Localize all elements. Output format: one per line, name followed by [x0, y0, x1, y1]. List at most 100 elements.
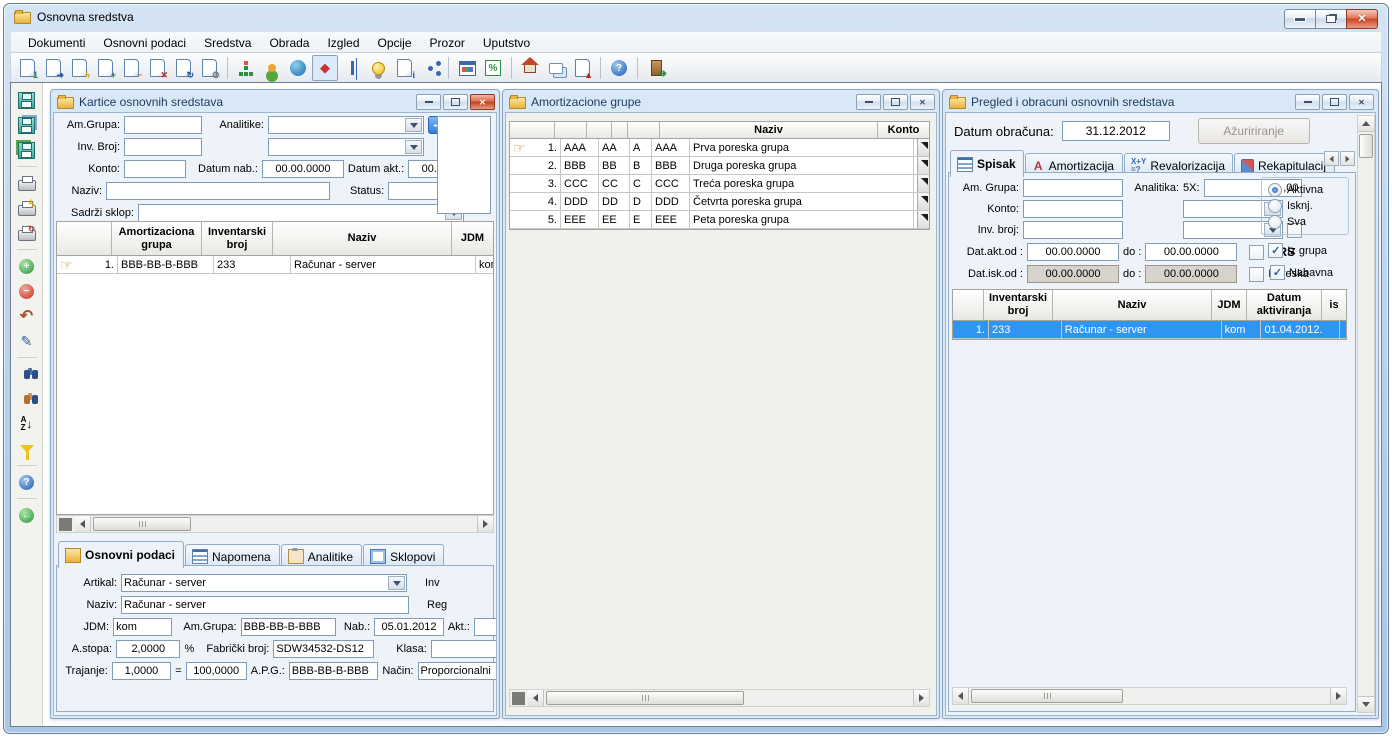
dat-akt-do-input[interactable]: 00.00.0000	[1145, 243, 1237, 261]
w1-analitike-combo[interactable]	[268, 116, 424, 134]
tab-osnovni-podaci[interactable]: Osnovni podaci	[58, 541, 184, 568]
w2-col-naziv[interactable]: Naziv	[660, 122, 878, 138]
scrollbar-thumb[interactable]	[971, 689, 1123, 703]
tab-scroll-left-button[interactable]	[1324, 151, 1339, 166]
w2-minimize-button[interactable]	[856, 94, 881, 110]
w2-horizontal-scrollbar[interactable]	[509, 689, 930, 707]
mrs-checkbox[interactable]	[1249, 245, 1264, 260]
nacin-input[interactable]: Proporcionalni	[418, 662, 497, 680]
a-stopa-input[interactable]: 2,0000	[116, 640, 180, 658]
w3-close-button[interactable]: ✕	[1349, 94, 1374, 110]
w2-maximize-button[interactable]	[883, 94, 908, 110]
quick-document-icon[interactable]: ϟ	[67, 56, 91, 80]
scroll-right-button[interactable]	[913, 690, 929, 706]
menu-sredstva[interactable]: Sredstva	[195, 33, 260, 53]
table-row[interactable]: 5. EEE EE E EEE Peta poreska grupa	[510, 211, 929, 229]
w1-datum-nab-input[interactable]: 00.00.0000	[262, 160, 344, 178]
chevron-down-icon[interactable]	[388, 576, 405, 590]
percent-sheet-icon[interactable]: %	[481, 56, 505, 80]
dat-akt-od-input[interactable]: 00.00.0000	[1027, 243, 1119, 261]
iz-grupa-checkbox[interactable]: ✓	[1268, 243, 1283, 258]
w3-col-datum[interactable]: Datum aktiviranja	[1247, 290, 1322, 320]
table-row[interactable]: 2. BBB BB B BBB Druga poreska grupa	[510, 157, 929, 175]
w3-inv-broj-input[interactable]	[1023, 221, 1123, 239]
print-quick-icon[interactable]: ϟ	[16, 197, 38, 219]
w3-maximize-button[interactable]	[1322, 94, 1347, 110]
konto-dropdown-icon[interactable]	[917, 139, 929, 156]
scrollbar-thumb[interactable]	[546, 691, 744, 705]
klasa-input[interactable]	[431, 640, 497, 658]
menu-izgled[interactable]: Izgled	[318, 33, 368, 53]
idea-bulb-icon[interactable]	[366, 56, 390, 80]
w1-analitike2-combo[interactable]	[268, 138, 424, 156]
save-export-icon[interactable]	[16, 139, 38, 161]
w1-close-button[interactable]: ✕	[470, 94, 495, 110]
bookmark-document-icon[interactable]: ▲	[570, 56, 594, 80]
exit-icon[interactable]: ➜	[644, 56, 668, 80]
datum-obracuna-input[interactable]: 31.12.2012	[1062, 121, 1170, 141]
sort-az-icon[interactable]: AZ↓	[16, 413, 38, 435]
am-grupa-input[interactable]: BBB-BB-B-BBB	[241, 618, 336, 636]
apg-input[interactable]: BBB-BB-B-BBB	[289, 662, 379, 680]
w1-col-inv[interactable]: Inventarski broj	[202, 222, 273, 255]
w1-title-bar[interactable]: Kartice osnovnih sredstava ✕	[53, 92, 497, 112]
konto-dropdown-icon[interactable]	[917, 157, 929, 174]
w1-col-grupa[interactable]: Amortizaciona grupa	[112, 222, 202, 255]
nabavna-checkbox[interactable]: ✓	[1270, 265, 1285, 280]
azuriranje-button[interactable]: Ažuririranje	[1198, 118, 1310, 144]
scroll-left-button[interactable]	[528, 690, 544, 706]
naziv-input[interactable]: Računar - server	[121, 596, 409, 614]
delete-icon[interactable]: −	[16, 280, 38, 302]
tree-view-icon[interactable]	[340, 56, 364, 80]
find-next-icon[interactable]	[16, 388, 38, 410]
w1-am-grupa-input[interactable]	[124, 116, 202, 134]
w3-col-naziv[interactable]: Naziv	[1053, 290, 1212, 320]
w3-horizontal-scrollbar[interactable]	[952, 687, 1347, 705]
menu-uputstvo[interactable]: Uputstvo	[474, 33, 539, 53]
w1-col-naziv[interactable]: Naziv	[273, 222, 452, 255]
w3-vertical-scrollbar[interactable]	[1357, 115, 1375, 713]
poreska-checkbox[interactable]	[1249, 267, 1264, 282]
save-icon[interactable]	[16, 89, 38, 111]
radio-aktivna[interactable]	[1268, 183, 1282, 197]
w2-title-bar[interactable]: Amortizacione grupe ✕	[505, 92, 937, 112]
comments-icon[interactable]	[544, 56, 568, 80]
table-row[interactable]: 3. CCC CC C CCC Treća poreska grupa	[510, 175, 929, 193]
scroll-right-button[interactable]	[1330, 688, 1346, 704]
menu-prozor[interactable]: Prozor	[421, 33, 474, 53]
menu-opcije[interactable]: Opcije	[369, 33, 421, 53]
chevron-down-icon[interactable]	[405, 118, 422, 132]
delete-document-icon[interactable]: ✕	[145, 56, 169, 80]
w2-col-konto[interactable]: Konto	[878, 122, 929, 138]
document-settings-icon[interactable]: ⚙	[197, 56, 221, 80]
konto-dropdown-icon[interactable]	[917, 211, 929, 228]
w1-konto-input[interactable]	[124, 160, 186, 178]
radio-sva[interactable]	[1268, 215, 1282, 229]
exit-icon[interactable]: ←	[16, 504, 38, 526]
konto-dropdown-icon[interactable]	[917, 193, 929, 210]
artikal-combo[interactable]: Računar - server	[121, 574, 407, 592]
radio-isknj[interactable]	[1268, 199, 1282, 213]
help-icon[interactable]: ?	[607, 56, 631, 80]
remove-document-icon[interactable]: −	[119, 56, 143, 80]
w1-col-jdm[interactable]: JDM	[452, 222, 493, 255]
scrollbar-thumb[interactable]	[93, 517, 191, 531]
save-form-icon[interactable]	[16, 114, 38, 136]
w1-side-listbox[interactable]	[437, 116, 491, 214]
konto-dropdown-icon[interactable]	[917, 175, 929, 192]
table-row[interactable]: ☞1. AAA AA A AAA Prva poreska grupa	[510, 139, 929, 157]
w1-naziv-input[interactable]	[106, 182, 330, 200]
diamond-filter-icon[interactable]: ◆	[312, 55, 338, 81]
w1-minimize-button[interactable]	[416, 94, 441, 110]
trajanje-pct-input[interactable]: 100,0000	[186, 662, 247, 680]
home-icon[interactable]	[518, 56, 542, 80]
refresh-document-icon[interactable]: ↻	[171, 56, 195, 80]
chevron-down-icon[interactable]	[405, 140, 422, 154]
add-document-icon[interactable]: +	[93, 56, 117, 80]
w1-inv-broj-input[interactable]	[124, 138, 202, 156]
nab-input[interactable]: 05.01.2012	[374, 618, 444, 636]
chart-window-icon[interactable]	[455, 56, 479, 80]
user-icon[interactable]	[260, 56, 284, 80]
w1-sadrzi-sklop-combo[interactable]	[138, 204, 464, 222]
w3-am-grupa-input[interactable]	[1023, 179, 1123, 197]
